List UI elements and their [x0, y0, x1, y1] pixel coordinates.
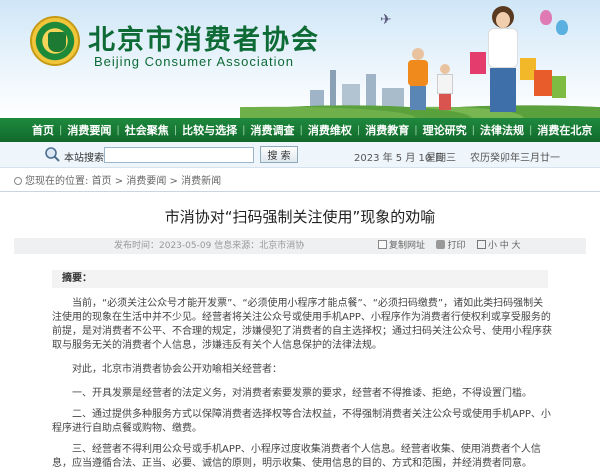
association-seal-icon	[30, 16, 80, 66]
article-paragraph: 一、开具发票是经营者的法定义务，对消费者索要发票的要求，经营者不得推诿、拒绝，不…	[72, 388, 532, 399]
breadcrumb-current[interactable]: 消费新闻	[181, 176, 221, 187]
main-nav: 首页 | 消费要闻 | 社会聚焦 | 比较与选择 | 消费调查 | 消费维权 |…	[0, 118, 600, 142]
article-paragraph: 当前，“必须关注公众号才能开发票”、“必须使用小程序才能点餐”、“必须扫码缴费”…	[52, 298, 552, 351]
article-paragraph: 三、经营者不得利用公众号或手机APP、小程序过度收集消费者个人信息。经营者收集、…	[52, 444, 541, 469]
breadcrumb-separator: >	[114, 176, 124, 187]
nav-item-consumer-survey[interactable]: 消费调查	[251, 122, 295, 138]
search-input[interactable]	[104, 147, 254, 163]
nav-item-compare-choose[interactable]: 比较与选择	[182, 122, 237, 138]
article-paragraph: 对此，北京市消费者协会公开劝喻相关经营者：	[72, 364, 282, 375]
nav-item-home[interactable]: 首页	[32, 122, 54, 138]
site-name-cn: 北京市消费者协会	[88, 25, 320, 56]
airplane-icon: ✈	[380, 12, 392, 28]
font-size-icon	[476, 240, 486, 249]
shopping-bag-icon	[534, 70, 552, 96]
nav-item-consumer-education[interactable]: 消费教育	[365, 122, 409, 138]
date-weekday: 星期三	[426, 153, 456, 164]
print-button[interactable]: 打印	[436, 240, 465, 251]
nav-item-theory-research[interactable]: 理论研究	[423, 122, 467, 138]
location-icon	[14, 177, 22, 185]
nav-item-social-focus[interactable]: 社会聚焦	[125, 122, 169, 138]
info-source: 信息来源：北京市消协	[214, 241, 305, 251]
balloon-icon	[556, 20, 568, 35]
copy-icon	[378, 240, 387, 249]
date-lunar: 农历癸卯年三月廿一	[470, 153, 560, 164]
copy-link-button[interactable]: 复制网址	[378, 240, 425, 251]
breadcrumb-separator: >	[169, 176, 178, 187]
breadcrumb-section[interactable]: 消费要闻	[126, 176, 166, 187]
nav-item-consumption-beijing[interactable]: 消费在北京	[537, 122, 592, 138]
abstract-label: 摘要：	[52, 270, 548, 288]
search-label: 本站搜索:	[64, 153, 108, 164]
article-title: 市消协对“扫码强制关注使用”现象的劝喻	[164, 208, 436, 226]
shopping-bag-icon	[470, 52, 486, 74]
font-size-control[interactable]: 小 中 大	[476, 240, 521, 251]
nav-item-consumer-news[interactable]: 消费要闻	[67, 122, 111, 138]
nav-item-consumer-rights[interactable]: 消费维权	[308, 122, 352, 138]
search-icon	[45, 147, 60, 162]
shopping-bag-icon	[552, 76, 566, 98]
search-bar: 本站搜索: 搜 索 2023 年 5 月 10 日 星期三 农历癸卯年三月廿一	[0, 142, 600, 168]
balloon-icon	[540, 10, 552, 25]
publish-date: 发布时间：2023-05-09	[114, 241, 212, 251]
nav-item-laws-regulations[interactable]: 法律法规	[480, 122, 524, 138]
article-meta-bar: 发布时间：2023-05-09 信息来源：北京市消协 复制网址 打印 小 中 大	[14, 238, 586, 254]
printer-icon	[436, 240, 446, 249]
search-button[interactable]: 搜 索	[260, 146, 298, 163]
breadcrumb: 您现在的位置: 首页 > 消费要闻 > 消费新闻	[0, 172, 600, 192]
breadcrumb-prefix: 您现在的位置:	[25, 176, 89, 187]
site-banner: 北京市消费者协会 Beijing Consumer Association ✈	[0, 0, 600, 118]
site-name-en: Beijing Consumer Association	[94, 54, 294, 69]
breadcrumb-home[interactable]: 首页	[92, 176, 112, 187]
article-paragraph: 二、通过提供多种服务方式以保障消费者选择权等合法权益，不得强制消费者关注公众号或…	[52, 409, 551, 434]
